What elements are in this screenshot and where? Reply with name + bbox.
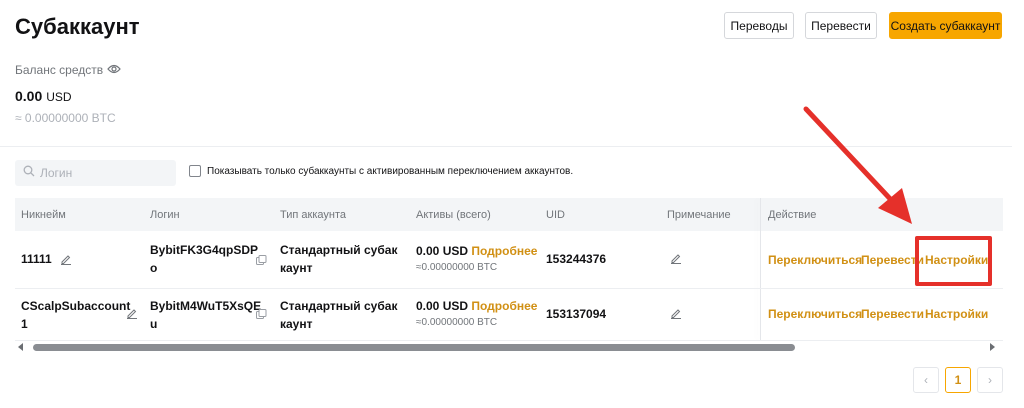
divider: [0, 146, 1012, 147]
row1-uid: 153244376: [546, 252, 607, 266]
row1-more-link[interactable]: Подробнее: [471, 244, 537, 258]
row2-type-line1: Стандартный субак: [280, 299, 398, 313]
row1-assets: 0.00 USD Подробнее: [416, 242, 537, 260]
edit-note-icon[interactable]: [670, 307, 682, 319]
column-uid: UID: [546, 209, 565, 221]
eye-icon[interactable]: [107, 63, 121, 77]
edit-note-icon[interactable]: [670, 252, 682, 264]
column-account-type: Тип аккаунта: [280, 209, 346, 221]
row2-more-link[interactable]: Подробнее: [471, 299, 537, 313]
transfer-button[interactable]: Перевести: [805, 12, 877, 39]
switch-filter-label: Показывать только субаккаунты с активиро…: [207, 165, 574, 177]
scroll-left-icon[interactable]: [18, 343, 23, 351]
scrollbar-thumb[interactable]: [33, 344, 795, 351]
row2-login-line1: BybitM4WuT5XsQE: [150, 299, 262, 313]
row1-switch-link[interactable]: Переключиться: [768, 251, 862, 269]
row1-type-line2: каунт: [280, 261, 313, 275]
row2-settings-link[interactable]: Настройки: [925, 305, 988, 323]
row2-nickname-line2: 1: [21, 317, 28, 331]
search-icon: [23, 164, 35, 182]
switch-filter[interactable]: Показывать только субаккаунты с активиро…: [189, 165, 573, 177]
row1-type-line1: Стандартный субак: [280, 243, 398, 257]
next-page-button[interactable]: ›: [977, 367, 1003, 393]
balance-btc: ≈ 0.00000000 BTC: [15, 111, 116, 125]
balance-label-row: Баланс средств: [15, 63, 121, 77]
column-login: Логин: [150, 209, 180, 221]
balance-amount: 0.00: [15, 88, 43, 104]
row2-assets: 0.00 USD Подробнее: [416, 297, 537, 315]
search-input[interactable]: [40, 166, 170, 180]
row2-assets-usd: 0.00 USD: [416, 299, 469, 313]
page-title: Субаккаунт: [15, 14, 140, 39]
transfers-button[interactable]: Переводы: [724, 12, 794, 39]
row1-login-line2: o: [150, 261, 158, 275]
row2-type-line2: каунт: [280, 317, 313, 331]
annotation-highlight-box: [915, 236, 992, 286]
switch-filter-checkbox[interactable]: [189, 165, 201, 177]
balance-value: 0.00 USD: [15, 88, 72, 104]
row1-nickname: 11111: [21, 252, 52, 266]
copy-login-icon[interactable]: [256, 255, 267, 266]
row2-uid: 153137094: [546, 307, 607, 321]
column-assets: Активы (всего): [416, 209, 491, 221]
row1-assets-usd: 0.00 USD: [416, 244, 469, 258]
row2-assets-btc: ≈0.00000000 BTC: [416, 317, 498, 328]
column-nickname: Никнейм: [21, 209, 66, 221]
row-divider: [15, 288, 1003, 289]
prev-page-button[interactable]: ‹: [913, 367, 939, 393]
search-box[interactable]: [15, 160, 176, 186]
copy-login-icon[interactable]: [256, 309, 267, 320]
balance-unit: USD: [46, 90, 72, 104]
row2-transfer-link[interactable]: Перевести: [861, 305, 924, 323]
scroll-right-icon[interactable]: [990, 343, 995, 351]
row2-switch-link[interactable]: Переключиться: [768, 305, 862, 323]
column-action: Действие: [768, 209, 817, 221]
row2-nickname-line1: CScalpSubaccount: [21, 299, 131, 313]
column-note: Примечание: [667, 209, 731, 221]
row1-assets-btc: ≈0.00000000 BTC: [416, 262, 498, 273]
row2-login-line2: u: [150, 317, 158, 331]
sticky-column-shadow: [760, 198, 761, 340]
edit-nickname-icon[interactable]: [126, 307, 138, 319]
edit-nickname-icon[interactable]: [60, 253, 72, 265]
balance-label: Баланс средств: [15, 63, 104, 77]
page-1-button[interactable]: 1: [945, 367, 971, 393]
create-subaccount-button[interactable]: Создать субаккаунт: [889, 12, 1002, 39]
row1-login-line1: BybitFK3G4qpSDP: [150, 243, 259, 257]
